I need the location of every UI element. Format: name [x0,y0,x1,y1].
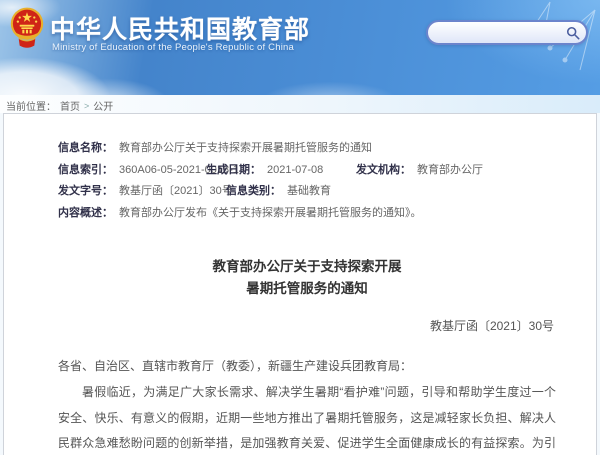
chevron-right-icon: > [84,101,89,111]
dandelion-decoration-icon [430,0,600,95]
site-subtitle: Ministry of Education of the People's Re… [52,42,294,53]
content-panel: 信息名称： 教育部办公厅关于支持探索开展暑期托管服务的通知 信息索引： 360A… [3,113,597,455]
document-salutation: 各省、自治区、直辖市教育厅（教委），新疆生产建设兵团教育局： [58,357,556,374]
meta-summary-value: 教育部办公厅发布《关于支持探索开展暑期托管服务的通知》。 [119,203,422,225]
breadcrumb: 当前位置： 首页 > 公开 [0,95,600,113]
meta-summary-label: 内容概述： [58,203,113,225]
meta-index-label: 信息索引： [58,160,113,182]
meta-agency-label: 发文机构： [356,160,411,182]
breadcrumb-section-link[interactable]: 公开 [93,98,113,113]
meta-row-name: 信息名称： 教育部办公厅关于支持探索开展暑期托管服务的通知 [58,138,556,160]
meta-row-docno: 发文字号： 教基厅函〔2021〕30号 信息类别： 基础教育 [58,181,556,203]
site-title: 中华人民共和国教育部 [50,10,310,46]
meta-docno-label: 发文字号： [58,181,113,203]
document-title: 教育部办公厅关于支持探索开展 暑期托管服务的通知 [58,256,556,300]
meta-row-index: 信息索引： 360A06-05-2021-0018-1 生成日期： 2021-0… [58,160,556,182]
meta-date-value: 2021-07-08 [267,160,323,182]
meta-date-label: 生成日期： [206,160,261,182]
search-input[interactable] [438,27,566,39]
national-emblem-icon [10,6,44,54]
document-title-line2: 暑期托管服务的通知 [58,278,556,300]
meta-agency-value: 教育部办公厅 [417,160,483,182]
document-title-line1: 教育部办公厅关于支持探索开展 [58,256,556,278]
meta-name-value: 教育部办公厅关于支持探索开展暑期托管服务的通知 [119,138,372,160]
document-paragraph: 暑假临近，为满足广大家长需求、解决学生暑期“看护难”问题，引导和帮助学生度过一个… [58,380,556,455]
document-metadata: 信息名称： 教育部办公厅关于支持探索开展暑期托管服务的通知 信息索引： 360A… [58,138,556,224]
meta-name-label: 信息名称： [58,138,113,160]
meta-row-summary: 内容概述： 教育部办公厅发布《关于支持探索开展暑期托管服务的通知》。 [58,203,556,225]
document-number: 教基厅函〔2021〕30号 [58,317,556,334]
breadcrumb-home-link[interactable]: 首页 [60,98,80,113]
search-icon[interactable] [566,26,580,40]
search-box[interactable] [426,20,588,45]
meta-docno-value: 教基厅函〔2021〕30号 [119,181,233,203]
site-header: 中华人民共和国教育部 Ministry of Education of the … [0,0,600,95]
meta-category-label: 信息类别： [226,181,281,203]
breadcrumb-label: 当前位置： [6,98,56,113]
meta-category-value: 基础教育 [287,181,331,203]
